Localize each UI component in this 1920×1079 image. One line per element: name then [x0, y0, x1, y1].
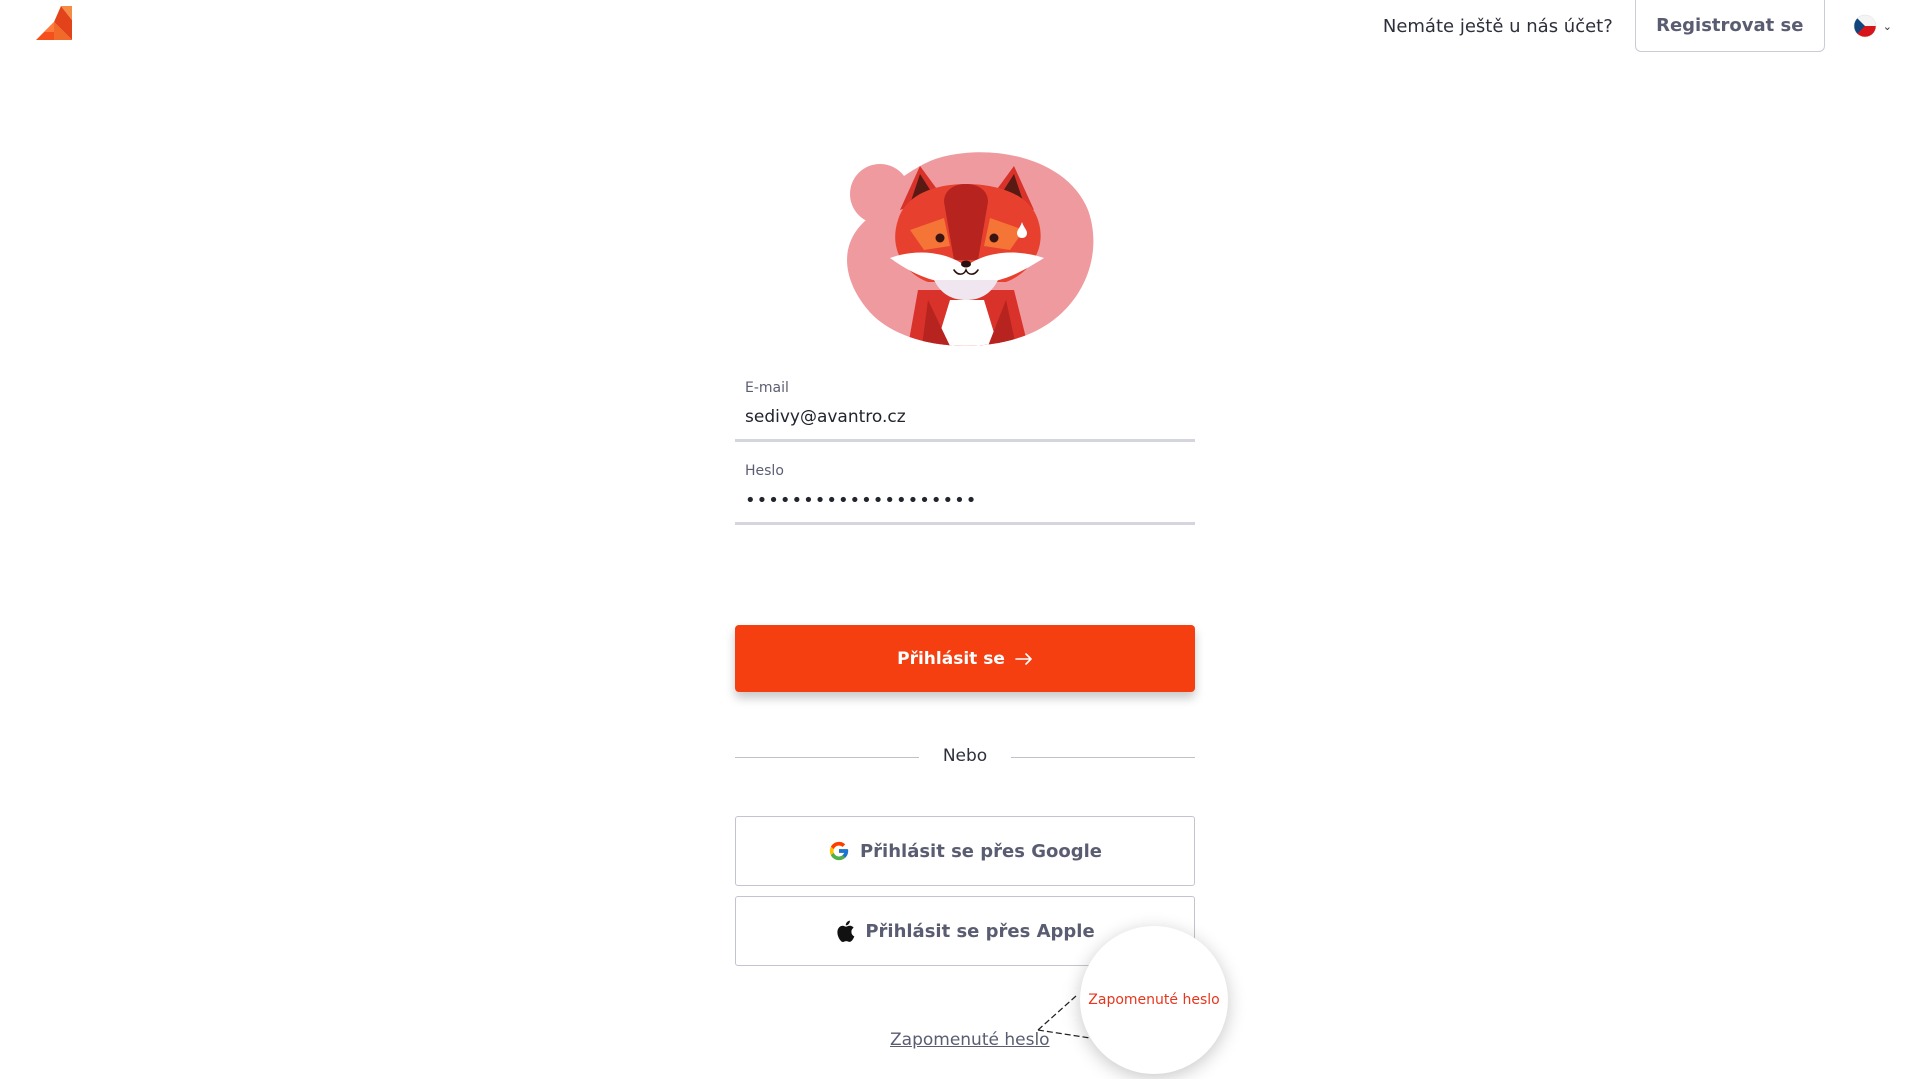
google-login-button[interactable]: Přihlásit se přes Google [735, 816, 1195, 886]
login-button-label: Přihlásit se [897, 648, 1005, 669]
login-button[interactable]: Přihlásit se [735, 625, 1195, 692]
email-field[interactable]: E-mail [735, 380, 1195, 442]
divider-text: Nebo [942, 746, 988, 766]
fox-logo-icon[interactable] [36, 6, 72, 40]
google-icon [829, 841, 849, 861]
register-button[interactable]: Registrovat se [1634, 0, 1825, 52]
forgot-password-link[interactable]: Zapomenuté heslo [890, 1030, 1050, 1050]
email-input[interactable] [745, 402, 1185, 432]
czech-flag-icon [1853, 14, 1877, 38]
arrow-right-icon [1015, 652, 1032, 665]
password-label: Heslo [745, 463, 784, 479]
divider-line-right [1011, 757, 1195, 758]
apple-login-label: Přihlásit se přes Apple [865, 920, 1095, 942]
zoom-magnifier-text: Zapomenuté heslo [1088, 992, 1220, 1008]
password-field[interactable]: Heslo [735, 463, 1195, 525]
password-input[interactable] [745, 485, 1185, 515]
login-page: Nemáte ještě u nás účet? Registrovat se … [0, 0, 1920, 1079]
chevron-down-icon: ⌄ [1882, 19, 1892, 33]
header-actions: Nemáte ještě u nás účet? Registrovat se … [1383, 0, 1920, 52]
email-label: E-mail [745, 380, 789, 396]
fox-mascot-illustration [847, 152, 1094, 346]
apple-icon [837, 920, 855, 942]
zoom-magnifier: Zapomenuté heslo [1080, 926, 1228, 1074]
google-login-label: Přihlásit se přes Google [859, 840, 1103, 862]
or-divider: Nebo [735, 746, 1195, 768]
no-account-text: Nemáte ještě u nás účet? [1382, 15, 1613, 37]
language-selector[interactable]: ⌄ [1853, 14, 1892, 38]
